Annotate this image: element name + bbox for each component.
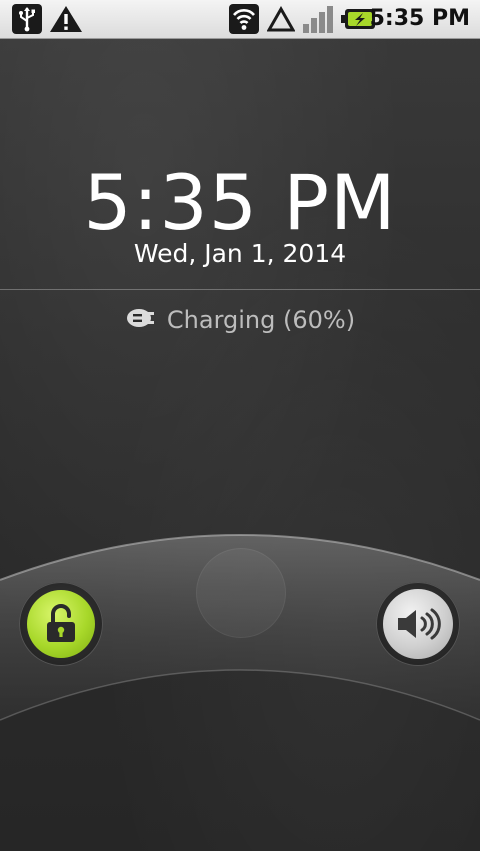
lockscreen-date: Wed, Jan 1, 2014 [133, 239, 347, 268]
charging-plug-icon [125, 307, 157, 333]
signal-icon [302, 3, 336, 35]
status-bar-time: 5:35 PM [369, 6, 470, 31]
data-triangle-icon [266, 3, 296, 35]
warning-icon [48, 3, 84, 35]
sound-on-icon [398, 608, 441, 640]
divider [0, 289, 480, 290]
usb-icon [12, 3, 42, 35]
lockscreen-clock: 5:35 PM [83, 158, 397, 247]
wifi-icon [229, 3, 259, 35]
unlock-icon [47, 604, 75, 642]
charging-text: Charging (60%) [166, 306, 356, 334]
charging-status: Charging (60%) [0, 300, 480, 340]
unlock-handle[interactable] [27, 590, 95, 658]
slider-center-handle[interactable] [196, 548, 286, 638]
unlock-button[interactable] [19, 582, 103, 666]
sound-handle[interactable] [383, 589, 453, 659]
status-bar[interactable]: 5:35 PM [0, 0, 480, 39]
sound-toggle-button[interactable] [376, 582, 460, 666]
